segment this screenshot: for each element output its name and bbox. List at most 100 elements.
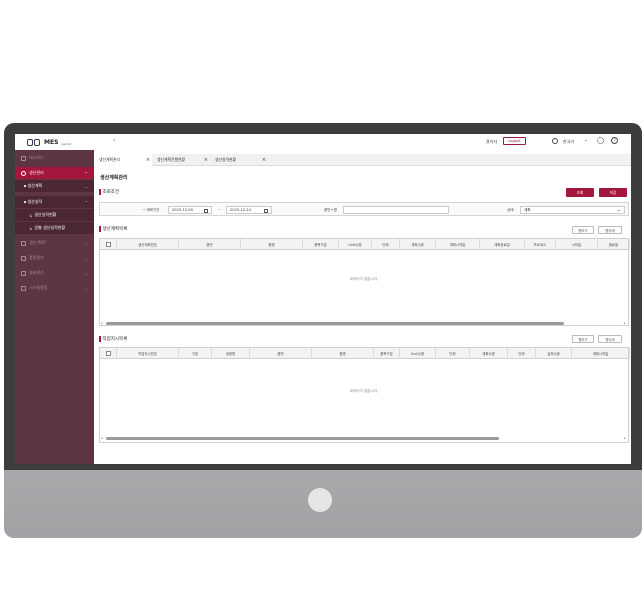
logo[interactable]: MES ver1.0	[15, 134, 94, 150]
sidebar-item-label: 생산관리	[29, 170, 44, 175]
dashboard-icon	[21, 155, 26, 161]
top-header: ‹ 관리자 Logout 한국어 ⌄ ?	[94, 134, 631, 150]
empty-message: 데이터가 없습니다.	[349, 389, 379, 393]
scroll-left-icon[interactable]: ◂	[101, 436, 103, 440]
scroll-left-icon[interactable]: ◂	[101, 321, 103, 325]
date-to-input[interactable]: 2025-12-24	[226, 206, 272, 214]
date-separator: ~	[218, 208, 222, 212]
sidebar-item-quality[interactable]: 품질관리 ⌄	[15, 252, 94, 264]
chevron-down-icon: ⌄	[84, 255, 88, 261]
work-add-row-button[interactable]: 행추가	[572, 335, 594, 343]
column-header[interactable]: 품목구분	[374, 348, 400, 359]
sidebar-item-label: 생산실적	[27, 199, 43, 204]
save-button[interactable]: 저장	[599, 188, 627, 197]
column-header[interactable]: 품번	[250, 348, 312, 359]
column-header[interactable]: 프로세스	[525, 239, 556, 250]
tab-production-plan[interactable]: 생산계획관리 ×	[94, 154, 152, 166]
column-header[interactable]: 단위	[372, 239, 400, 250]
chevron-down-icon: ⌄	[616, 207, 621, 213]
chevron-down-icon[interactable]: ⌄	[584, 137, 588, 143]
column-header[interactable]: Unit수량	[400, 348, 436, 359]
plan-delete-row-button[interactable]: 행삭제	[598, 226, 622, 234]
language-select[interactable]: 한국어	[563, 139, 574, 145]
column-header[interactable]: 계획시작일	[572, 348, 630, 359]
sidebar-item-daily-result-status[interactable]: ↳ 일별 생산실적현황	[15, 222, 94, 234]
scroll-right-icon[interactable]: ▸	[624, 436, 626, 440]
plan-add-row-button[interactable]: 행추가	[572, 226, 594, 234]
chevron-up-icon: ⌃	[84, 170, 88, 176]
column-header[interactable]: 계획수량	[470, 348, 508, 359]
close-icon[interactable]: ×	[204, 157, 208, 163]
empty-message: 데이터가 없습니다.	[349, 277, 379, 281]
sidebar-item-equipment[interactable]: 설비관리 ⌄	[15, 267, 94, 279]
sidebar-item-production-result[interactable]: 생산실적 ⌃	[15, 196, 94, 208]
sidebar-item-system[interactable]: 시스템설정 ⌄	[15, 282, 94, 294]
sidebar-item-pop[interactable]: 생산 POP ⌄	[15, 237, 94, 249]
help-icon[interactable]: ?	[611, 137, 618, 144]
sidebar-item-label: 품질관리	[29, 255, 44, 260]
tab-plan-progress[interactable]: 생산계획진행현황 ×	[152, 154, 210, 166]
select-all-cell	[100, 239, 117, 250]
sidebar-item-dashboard[interactable]: 대시보드	[15, 152, 94, 164]
logout-button[interactable]: Logout	[503, 137, 526, 145]
column-header[interactable]: 실적수량	[536, 348, 572, 359]
column-header[interactable]: 단위	[436, 348, 470, 359]
calendar-icon[interactable]	[264, 208, 268, 213]
settings-icon	[21, 285, 26, 291]
horizontal-scrollbar[interactable]	[106, 322, 564, 325]
column-header[interactable]: 품번	[179, 239, 241, 250]
back-chevron-icon[interactable]: ‹	[113, 137, 115, 144]
close-icon[interactable]: ×	[262, 157, 266, 163]
date-from-input[interactable]: 2025-12-09	[168, 206, 212, 214]
close-icon[interactable]: ×	[146, 157, 150, 163]
plan-grid-title: 생산계획목록	[99, 226, 127, 232]
tab-label: 생산실적현황	[215, 157, 236, 162]
production-icon	[21, 170, 26, 176]
column-header[interactable]: 구분	[179, 348, 212, 359]
column-header[interactable]: 종료일	[598, 239, 630, 250]
globe-icon[interactable]	[552, 138, 558, 144]
status-select[interactable]: 계획 ⌄	[520, 206, 625, 214]
equipment-icon	[21, 270, 26, 276]
select-all-cell	[100, 348, 117, 359]
sidebar-item-production[interactable]: 생산관리 ⌃	[15, 167, 94, 179]
column-header[interactable]: 단위	[508, 348, 536, 359]
chevron-down-icon: ⌄	[84, 240, 88, 246]
select-all-checkbox[interactable]	[105, 242, 111, 247]
section-title-text: 작업지시목록	[102, 337, 128, 342]
scroll-right-icon[interactable]: ▸	[624, 321, 626, 325]
bullet-icon	[24, 185, 26, 187]
logo-icon	[27, 138, 40, 146]
column-header[interactable]: 품명	[241, 239, 303, 250]
tab-bar: 생산계획관리 × 생산계획진행현황 × 생산실적현황 ×	[94, 154, 631, 166]
gear-icon[interactable]	[597, 137, 604, 144]
tab-result-status[interactable]: 생산실적현황 ×	[210, 154, 268, 166]
column-header[interactable]: 계획수량	[400, 239, 436, 250]
select-all-checkbox[interactable]	[105, 351, 111, 356]
monitor-icon	[21, 240, 26, 246]
column-header[interactable]: 계획종료일	[480, 239, 525, 250]
screen: MES ver1.0 대시보드 생산관리 ⌃ 생산계획 ⌄ 생산실적 ⌃ ↳ 생…	[15, 134, 631, 464]
column-header[interactable]: 생산계획번호	[117, 239, 179, 250]
search-button[interactable]: 조회	[566, 188, 594, 197]
part-no-input[interactable]	[343, 206, 449, 214]
sidebar-item-result-status[interactable]: ↳ 생산실적현황	[15, 209, 94, 221]
column-header[interactable]: 품명	[312, 348, 374, 359]
column-header[interactable]: 작업지시번호	[117, 348, 179, 359]
work-grid: 작업지시번호 구분 공정명 품번 품명 품목구분 Unit수량 단위 계획수량 …	[99, 347, 630, 443]
part-no-label: 품번+명	[324, 208, 337, 212]
sidebar-item-label: 시스템설정	[29, 285, 48, 290]
work-delete-row-button[interactable]: 행삭제	[598, 335, 622, 343]
power-button	[308, 488, 332, 512]
column-header[interactable]: Unit수량	[339, 239, 372, 250]
calendar-icon[interactable]	[204, 208, 208, 213]
column-header[interactable]: 계획시작일	[436, 239, 480, 250]
column-header[interactable]: 공정명	[212, 348, 250, 359]
column-header[interactable]: 품목구분	[303, 239, 339, 250]
sidebar-item-production-plan[interactable]: 생산계획 ⌄	[15, 180, 94, 192]
horizontal-scrollbar[interactable]	[106, 437, 499, 440]
chevron-down-icon: ⌄	[84, 270, 88, 276]
sub-arrow-icon: ↳	[29, 212, 33, 218]
work-grid-header: 작업지시번호 구분 공정명 품번 품명 품목구분 Unit수량 단위 계획수량 …	[100, 348, 630, 359]
column-header[interactable]: 시작일	[556, 239, 598, 250]
